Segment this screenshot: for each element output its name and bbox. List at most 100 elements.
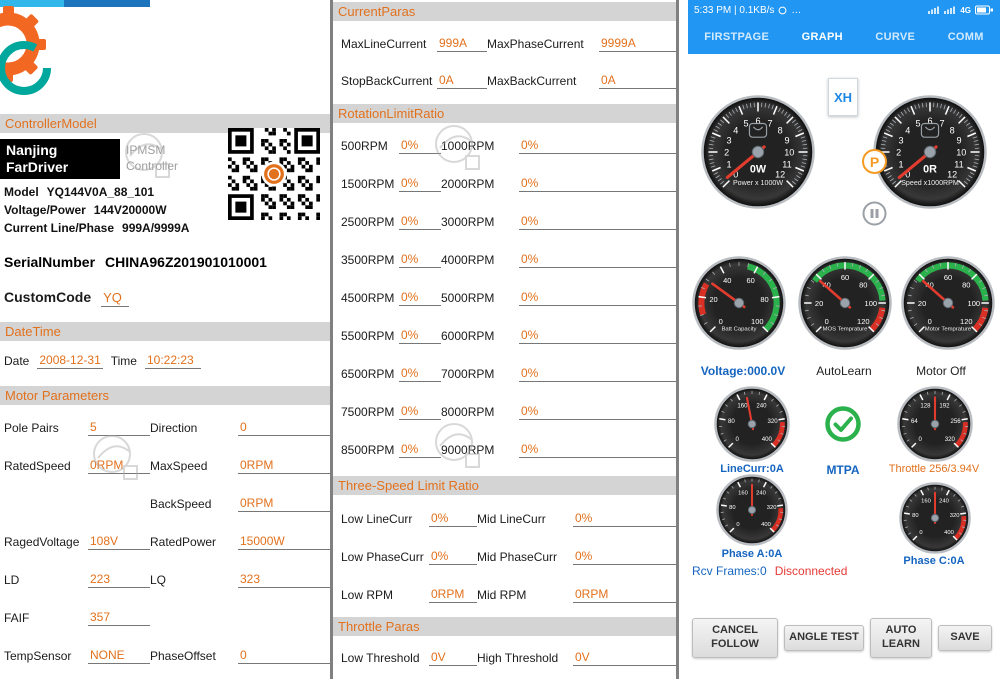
info-label: Voltage/Power [4, 203, 86, 217]
param-value[interactable]: 0% [519, 252, 676, 268]
param-label: MaxSpeed [150, 459, 238, 473]
param-label: Mid RPM [477, 588, 573, 602]
param-value[interactable]: 0% [399, 366, 441, 382]
param-value[interactable]: NONE [88, 648, 150, 664]
param-value[interactable]: 5 [88, 420, 150, 436]
svg-text:192: 192 [939, 403, 950, 410]
parameter-row: LD 223 LQ 323 [0, 561, 330, 599]
param-label: BackSpeed [150, 497, 238, 511]
param-value[interactable]: 0% [573, 549, 676, 565]
param-label: 7000RPM [441, 367, 519, 381]
param-label: PhaseOffset [150, 649, 238, 663]
info-value: 144V20000W [94, 203, 167, 217]
param-value[interactable]: 0% [429, 549, 477, 565]
save-button[interactable]: SAVE [938, 625, 992, 651]
param-value[interactable]: 0% [399, 404, 441, 420]
param-value[interactable]: 0% [519, 328, 676, 344]
tab-curve[interactable]: CURVE [873, 27, 917, 47]
angle-test-button[interactable]: ANGLE TEST [784, 625, 864, 651]
param-label: LQ [150, 573, 238, 587]
svg-text:80: 80 [728, 418, 735, 425]
throttle-gauge: 064128192256320 [897, 386, 973, 462]
param-value[interactable]: 0 [238, 648, 330, 664]
param-value[interactable]: 0% [519, 176, 676, 192]
svg-text:MOS Temprature: MOS Temprature [823, 326, 868, 332]
param-value[interactable]: 0% [519, 442, 676, 458]
custom-code-value[interactable]: YQ [101, 290, 129, 307]
param-label: LD [4, 573, 88, 587]
param-value[interactable]: 0V [573, 650, 676, 666]
parameter-row: BackSpeed 0RPM [0, 485, 330, 523]
autolearn-label: AutoLearn [796, 364, 892, 378]
svg-text:5: 5 [743, 119, 748, 129]
param-value[interactable]: 999A [437, 36, 487, 52]
param-value[interactable]: 323 [238, 572, 330, 588]
param-value[interactable]: 15000W [238, 534, 330, 550]
parameter-row: 5500RPM 0% 6000RPM 0% [333, 317, 676, 355]
throttle-label: Throttle 256/3.94V [868, 463, 1000, 475]
svg-text:8: 8 [950, 125, 955, 135]
param-label: 3000RPM [441, 215, 519, 229]
param-value[interactable]: 0RPM [238, 458, 330, 474]
parameter-row: RatedSpeed 0RPM MaxSpeed 0RPM [0, 447, 330, 485]
param-value[interactable]: 0RPM [573, 587, 676, 603]
svg-text:120: 120 [960, 317, 973, 326]
svg-text:3: 3 [726, 135, 731, 145]
param-value[interactable]: 0RPM [238, 496, 330, 512]
tab-graph[interactable]: GRAPH [800, 27, 845, 47]
param-label: 5000RPM [441, 291, 519, 305]
parameter-row: Low LineCurr 0% Mid LineCurr 0% [333, 500, 676, 538]
param-value[interactable]: 0% [399, 176, 441, 192]
param-value[interactable]: 0% [519, 138, 676, 154]
svg-text:320: 320 [950, 513, 960, 519]
svg-text:100: 100 [968, 299, 981, 308]
status-ellipsis: … [791, 5, 801, 16]
param-value[interactable]: 9999A [599, 36, 676, 52]
param-value[interactable]: 0 [238, 420, 330, 436]
qr-code [228, 128, 320, 220]
param-value[interactable]: 0% [429, 511, 477, 527]
svg-text:Power x 1000W: Power x 1000W [733, 179, 783, 187]
svg-text:12: 12 [947, 170, 957, 180]
param-label: 4000RPM [441, 253, 519, 267]
param-value[interactable]: 357 [88, 610, 150, 626]
parameter-row: 4500RPM 0% 5000RPM 0% [333, 279, 676, 317]
svg-text:8: 8 [778, 125, 783, 135]
param-value[interactable]: 0% [399, 442, 441, 458]
param-value[interactable]: 0% [399, 214, 441, 230]
rcv-frames-label: Rcv Frames:0 [692, 564, 767, 578]
param-value[interactable]: 0RPM [88, 458, 150, 474]
tab-comm[interactable]: COMM [946, 27, 986, 47]
svg-text:100: 100 [751, 317, 764, 326]
param-value[interactable]: 0% [519, 404, 676, 420]
param-value[interactable]: 0A [437, 73, 487, 89]
cancel-follow-button[interactable]: CANCEL FOLLOW [692, 618, 778, 658]
auto-learn-button[interactable]: AUTO LEARN [870, 618, 932, 658]
param-value[interactable]: 0V [429, 650, 477, 666]
svg-text:240: 240 [756, 491, 766, 497]
param-value[interactable]: 223 [88, 572, 150, 588]
controller-info-panel: ControllerModel Nanjing FarDriver IPMSM … [0, 0, 330, 679]
param-value[interactable]: 0% [519, 366, 676, 382]
panel-divider [330, 0, 333, 679]
param-value[interactable]: 0RPM [429, 587, 477, 603]
section-header-current-paras: CurrentParas [333, 2, 676, 21]
svg-text:80: 80 [962, 281, 970, 290]
param-value[interactable]: 108V [88, 534, 150, 550]
brand-box: Nanjing FarDriver [0, 139, 120, 179]
svg-text:1: 1 [898, 159, 903, 169]
param-label: 2000RPM [441, 177, 519, 191]
param-value[interactable]: 0% [519, 290, 676, 306]
param-value[interactable]: 0% [399, 252, 441, 268]
time-value[interactable]: 10:22:23 [145, 353, 201, 369]
param-value[interactable]: 0% [399, 138, 441, 154]
param-value[interactable]: 0% [519, 214, 676, 230]
current-paras-rows: MaxLineCurrent 999A MaxPhaseCurrent 9999… [333, 25, 676, 99]
param-label: 6000RPM [441, 329, 519, 343]
date-value[interactable]: 2008-12-31 [37, 353, 102, 369]
param-value[interactable]: 0% [573, 511, 676, 527]
tab-firstpage[interactable]: FIRSTPAGE [702, 27, 771, 47]
param-value[interactable]: 0A [599, 73, 676, 89]
param-value[interactable]: 0% [399, 290, 441, 306]
param-value[interactable]: 0% [399, 328, 441, 344]
